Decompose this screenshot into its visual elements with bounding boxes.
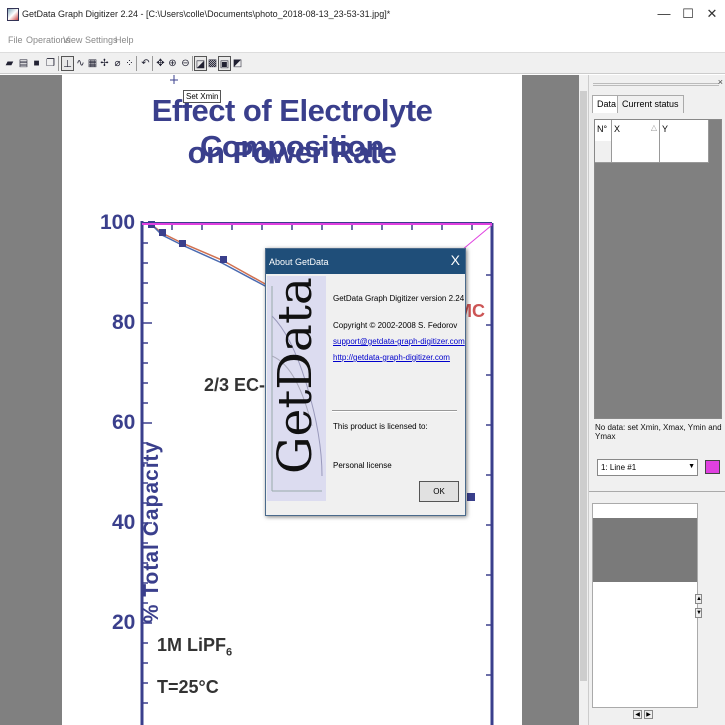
tab-current-status[interactable]: Current status <box>617 95 684 113</box>
logo-text: GetData <box>268 277 323 474</box>
point-icon[interactable]: ✢ <box>98 56 111 71</box>
axis-icon[interactable]: ⊥ <box>61 56 74 71</box>
toolbar: ▰ ▤ ■ ❐ ⊥ ∿ ▦ ✢ ⌀ ⁘ ↶ ✥ ⊕ ⊖ ◪ ▩ ▣ ◩ <box>0 52 725 74</box>
version-text: GetData Graph Digitizer version 2.24 <box>333 294 465 303</box>
dialog-title-bar[interactable]: About GetData X <box>266 249 465 274</box>
menu-file[interactable]: File <box>8 35 23 45</box>
status-text: No data: set Xmin, Xmax, Ymin and Ymax <box>595 423 722 441</box>
legend-ec-label: 2/3 EC- <box>204 375 266 395</box>
line-select[interactable]: 1: Line #1 ▼ <box>597 459 698 476</box>
save-icon[interactable]: ▤ <box>17 56 30 71</box>
license-label: This product is licensed to: <box>333 422 428 431</box>
row-number-cell[interactable] <box>595 141 612 163</box>
copy-icon[interactable]: ❐ <box>44 56 57 71</box>
panel-divider <box>589 491 725 492</box>
grid-header-n[interactable]: N° <box>595 120 612 141</box>
line-color-swatch[interactable] <box>705 460 720 474</box>
scroll-left-icon[interactable]: ◀ <box>633 710 642 719</box>
table-row[interactable] <box>595 141 709 163</box>
y-tick-20: 20 <box>112 611 136 634</box>
open-icon[interactable]: ▰ <box>3 56 16 71</box>
canvas-vertical-scrollbar[interactable] <box>579 75 588 725</box>
scroll-right-icon[interactable]: ▶ <box>644 710 653 719</box>
panel-close-icon[interactable]: × <box>718 77 723 87</box>
y-tick-60: 60 <box>112 411 136 434</box>
toolbar-separator <box>152 56 153 71</box>
chevron-down-icon[interactable]: ▼ <box>688 463 695 470</box>
dialog-title: About GetData <box>269 257 329 267</box>
getdata-logo: GetData <box>267 276 326 501</box>
maximize-button[interactable]: ☐ <box>679 6 697 22</box>
about-dialog: About GetData X GetData GetData Graph Di… <box>265 248 466 516</box>
menu-settings[interactable]: Settings <box>85 35 118 45</box>
undo-icon[interactable]: ↶ <box>139 56 152 71</box>
scale-icon[interactable]: ◩ <box>231 56 244 71</box>
y-tick-80: 80 <box>112 311 136 334</box>
ok-button[interactable]: OK <box>419 481 459 502</box>
right-panel: × Data Current status N° X △ Y No data: s… <box>588 75 725 725</box>
website-link[interactable]: http://getdata-graph-digitizer.com <box>333 353 450 362</box>
dialog-close-button[interactable]: X <box>451 252 460 268</box>
magnifier-preview <box>592 503 698 708</box>
y-tick-40: 40 <box>112 511 136 534</box>
toolbar-separator <box>58 56 59 71</box>
y-cell[interactable] <box>660 141 709 163</box>
sort-triangle-icon: △ <box>650 123 657 132</box>
salt-label: 1M LiPF6 <box>157 635 233 659</box>
grid-header: N° X △ Y <box>595 120 709 141</box>
toolbar-separator <box>136 56 137 71</box>
license-value: Personal license <box>333 461 392 470</box>
title-bar: GetData Graph Digitizer 2.24 - [C:\Users… <box>0 0 725 30</box>
minimize-button[interactable]: — <box>655 6 673 22</box>
menu-bar: File Operations View Settings Help <box>0 32 725 49</box>
window-title: GetData Graph Digitizer 2.24 - [C:\Users… <box>22 9 391 19</box>
y-tick-100: 100 <box>100 211 136 234</box>
menu-help[interactable]: Help <box>115 35 134 45</box>
floppy-icon[interactable]: ■ <box>30 56 43 71</box>
preview-image <box>593 518 697 582</box>
support-email-link[interactable]: support@getdata-graph-digitizer.com <box>333 337 465 346</box>
fit-icon[interactable]: ▣ <box>218 56 231 71</box>
copyright-text: Copyright © 2002-2008 S. Fedorov <box>333 321 458 330</box>
scrollbar-thumb[interactable] <box>580 91 587 681</box>
dots-icon[interactable]: ⁘ <box>123 56 136 71</box>
close-button[interactable]: ✕ <box>703 6 721 22</box>
app-icon <box>7 8 19 21</box>
data-grid[interactable]: N° X △ Y <box>594 119 722 419</box>
tooltip: Set Xmin <box>183 90 222 103</box>
grid-header-y[interactable]: Y <box>660 120 709 141</box>
temperature-label: T=25°C <box>157 677 219 697</box>
dialog-divider <box>332 410 457 412</box>
toolbar-separator <box>192 56 193 71</box>
spin-up-icon[interactable]: ▲ <box>695 594 702 604</box>
spin-down-icon[interactable]: ▼ <box>695 608 702 618</box>
zoom-out-icon[interactable]: ⊖ <box>179 56 192 71</box>
grid-header-x[interactable]: X △ <box>612 120 660 141</box>
x-cell[interactable] <box>612 141 660 163</box>
menu-view[interactable]: View <box>63 35 82 45</box>
panel-grip[interactable] <box>593 83 719 86</box>
zoom-in-icon[interactable]: ⊕ <box>166 56 179 71</box>
